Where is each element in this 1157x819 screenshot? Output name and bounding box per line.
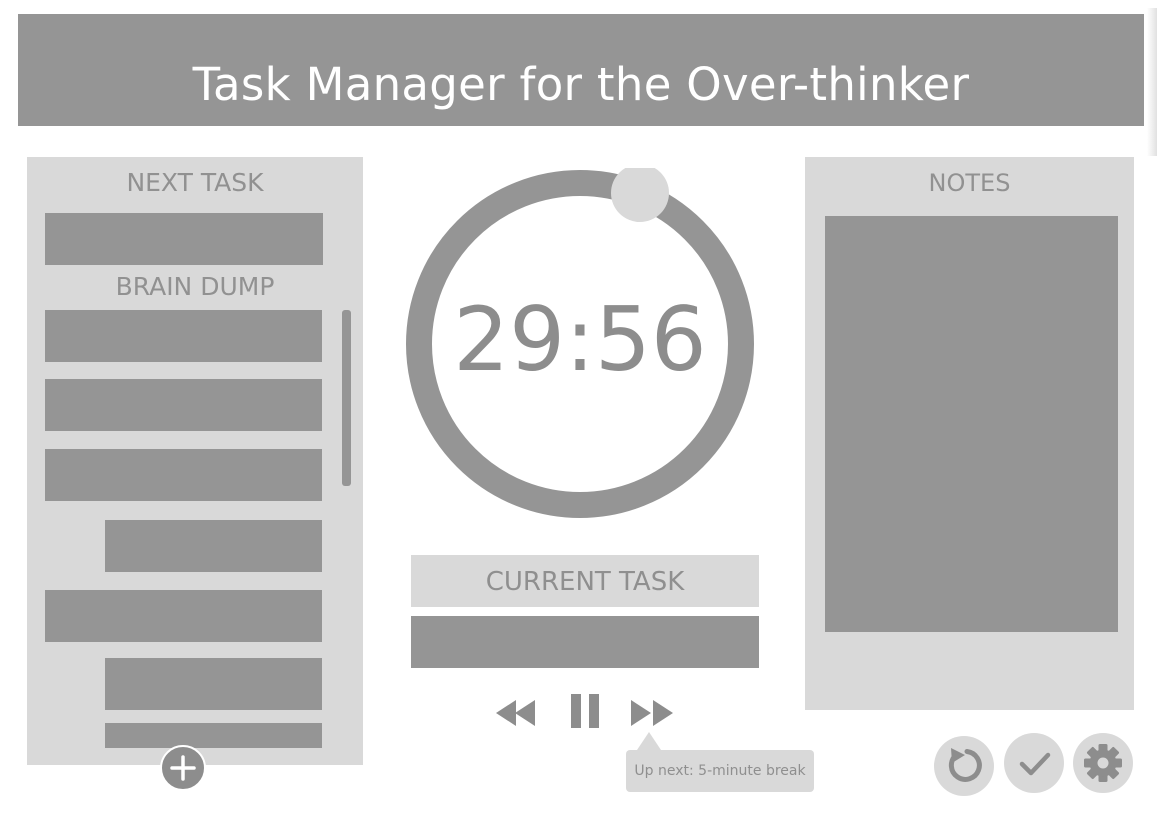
task-sidebar: NEXT TASK BRAIN DUMP xyxy=(27,157,363,765)
pause-button[interactable] xyxy=(569,692,603,730)
app-header: Task Manager for the Over-thinker xyxy=(18,14,1144,126)
timer-display: 29:56 xyxy=(453,288,707,391)
next-task-item[interactable] xyxy=(45,213,323,265)
checkmark-icon xyxy=(1019,752,1051,776)
brain-dump-scrollbar[interactable] xyxy=(342,310,351,486)
add-task-button[interactable] xyxy=(160,745,206,791)
complete-task-button[interactable] xyxy=(1004,733,1064,793)
rewind-button[interactable] xyxy=(494,698,542,728)
app-title: Task Manager for the Over-thinker xyxy=(192,58,970,111)
fast-forward-icon xyxy=(631,700,673,726)
brain-dump-item[interactable] xyxy=(45,449,322,501)
plus-icon xyxy=(170,755,196,781)
next-task-heading: NEXT TASK xyxy=(126,168,264,197)
current-task-field[interactable] xyxy=(411,616,759,668)
up-next-tooltip: Up next: 5-minute break xyxy=(626,750,814,792)
window-edge-shadow xyxy=(1147,8,1157,156)
notes-heading: NOTES xyxy=(928,169,1011,197)
brain-dump-subitem[interactable] xyxy=(105,658,322,710)
pause-icon xyxy=(571,694,599,728)
brain-dump-subitem[interactable] xyxy=(105,723,322,748)
current-task-heading: CURRENT TASK xyxy=(411,555,759,607)
rewind-icon xyxy=(496,700,535,726)
gear-icon xyxy=(1084,744,1122,782)
brain-dump-heading: BRAIN DUMP xyxy=(115,272,275,301)
brain-dump-item[interactable] xyxy=(45,590,322,642)
tooltip-pointer xyxy=(637,732,661,750)
fast-forward-button[interactable] xyxy=(629,698,677,728)
notes-panel: NOTES xyxy=(805,157,1134,710)
reset-icon xyxy=(948,748,982,782)
brain-dump-subitem[interactable] xyxy=(105,520,322,572)
notes-textarea[interactable] xyxy=(825,216,1118,632)
settings-button[interactable] xyxy=(1073,733,1133,793)
brain-dump-item[interactable] xyxy=(45,310,322,362)
brain-dump-item[interactable] xyxy=(45,379,322,431)
reset-button[interactable] xyxy=(934,736,994,796)
